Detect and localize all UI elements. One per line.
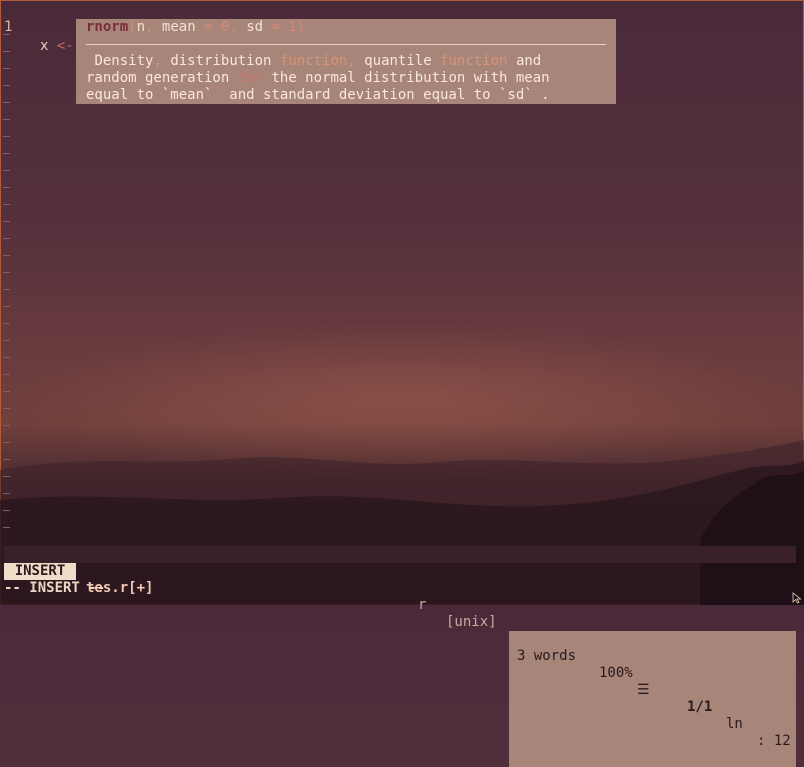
popup-separator (86, 44, 606, 45)
sig-val3: 1 (288, 19, 297, 35)
sig-fn: rnorm (86, 19, 129, 35)
doc-l1-e: , (347, 53, 356, 69)
doc-l1-c: distribution (161, 53, 280, 69)
filetype: r (418, 597, 427, 613)
fileformat: [unix] (446, 614, 497, 630)
empty-line-marker (3, 391, 10, 392)
empty-line-marker (3, 459, 10, 460)
sig-arg2: mean (161, 19, 196, 35)
command-line[interactable]: -- INSERT -- (4, 580, 105, 597)
empty-line-marker (3, 408, 10, 409)
empty-line-marker (3, 170, 10, 171)
empty-line-marker (3, 323, 10, 324)
sig-eq2: = (204, 19, 213, 35)
scroll-percent: 100% (599, 665, 633, 681)
sig-comma2: , (229, 19, 238, 35)
mouse-pointer-icon (792, 592, 802, 604)
empty-line-marker (3, 85, 10, 86)
status-line: INSERT tes.r[+] r [unix] 3 words 100% ☰ … (4, 546, 796, 767)
empty-line-marker (3, 102, 10, 103)
doc-l1-b: , (153, 53, 162, 69)
doc-l1-h: and (507, 53, 542, 69)
empty-line-marker (3, 476, 10, 477)
doc-l2-c: the normal distribution with mean (263, 70, 550, 86)
empty-line-marker (3, 493, 10, 494)
sig-arg3: sd (246, 19, 264, 35)
empty-line-marker (3, 204, 10, 205)
empty-line-marker (3, 425, 10, 426)
editor-line-1[interactable]: 1 x <- rnorm( (0, 2, 144, 54)
empty-line-marker (3, 442, 10, 443)
empty-line-marker (3, 374, 10, 375)
empty-line-marker (3, 255, 10, 256)
line-position: 1/1 (687, 699, 713, 715)
empty-line-marker (3, 136, 10, 137)
sig-close: ) (296, 19, 306, 35)
doc-l1-g: function (440, 53, 508, 69)
empty-line-marker (3, 153, 10, 154)
doc-l3: equal to `mean` and standard deviation e… (86, 87, 550, 103)
status-right-section: 3 words 100% ☰ 1/1 ln : 12 (509, 631, 796, 767)
empty-line-marker (3, 340, 10, 341)
completion-doc-popup[interactable]: rnorm(n, mean = 0, sd = 1) Density, dist… (76, 19, 616, 104)
line-number: 1 (4, 19, 13, 35)
empty-line-marker (3, 289, 10, 290)
ln-label: ln (726, 716, 743, 732)
doc-l2-b: for (237, 70, 264, 86)
word-count: 3 words (517, 648, 577, 664)
empty-line-marker (3, 527, 10, 528)
doc-l1-a: Density (94, 53, 154, 69)
empty-line-marker (3, 221, 10, 222)
empty-line-marker (3, 272, 10, 273)
sig-arg1: n (136, 19, 146, 35)
mode-indicator: INSERT (4, 563, 76, 580)
empty-line-marker (3, 510, 10, 511)
empty-line-marker (3, 306, 10, 307)
code-assign-op: <- (56, 38, 74, 54)
doc-l1-d: function (279, 53, 348, 69)
doc-l2-a: random generation (86, 70, 238, 86)
lines-icon: ☰ (637, 682, 650, 698)
column-position: : 12 (757, 733, 791, 749)
empty-line-marker (3, 187, 10, 188)
empty-line-marker (3, 238, 10, 239)
sig-eq3: = (271, 19, 280, 35)
sig-comma1: , (145, 19, 154, 35)
empty-line-marker (3, 119, 10, 120)
empty-line-marker (3, 68, 10, 69)
function-signature: rnorm(n, mean = 0, sd = 1) (86, 19, 305, 36)
sig-open: ( (128, 19, 137, 35)
empty-line-marker (3, 357, 10, 358)
doc-l1-f: quantile (355, 53, 441, 69)
doc-text: Density, distribution function, quantile… (86, 53, 550, 104)
code-var: x (40, 38, 49, 54)
